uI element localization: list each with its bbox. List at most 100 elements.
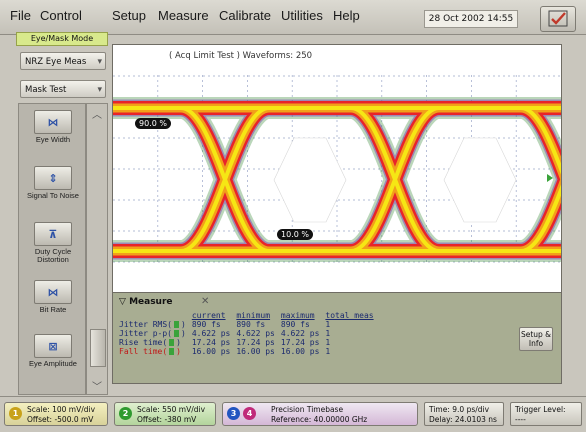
cell-minimum: 4.622 ps — [236, 329, 275, 338]
cell-minimum: 16.00 ps — [236, 347, 275, 356]
mask-region — [443, 137, 517, 223]
cell-minimum: 890 fs — [236, 320, 266, 329]
scroll-down-icon[interactable]: ﹀ — [89, 378, 105, 393]
source-swatch — [173, 321, 179, 328]
tool-signal-to-noise[interactable]: ⇕ Signal To Noise — [25, 166, 81, 200]
table-header-row: current minimum maximum total meas — [119, 311, 380, 320]
marker-upper-label[interactable]: 90.0 % — [135, 118, 171, 129]
channel-1-box[interactable]: 1 Scale: 100 mV/div Offset: -500.0 mV — [4, 402, 108, 426]
scroll-up-icon[interactable]: ︿ — [89, 106, 105, 121]
menu-measure[interactable]: Measure — [158, 8, 209, 23]
menu-utilities[interactable]: Utilities — [281, 8, 323, 23]
row-name: Fall time( — [119, 347, 168, 356]
channel-1-offset: Offset: -500.0 mV — [27, 415, 94, 424]
timebase-title: Precision Timebase — [271, 405, 344, 414]
channel-4-badge: 4 — [243, 407, 256, 420]
row-name: Jitter RMS( — [119, 320, 172, 329]
channel-2-offset: Offset: -380 mV — [137, 415, 197, 424]
trigger-label: Trigger Level: — [515, 405, 566, 414]
measure-tab[interactable]: ▽ Measure — [119, 297, 173, 307]
trigger-box[interactable]: Trigger Level: ---- — [510, 402, 582, 426]
row-name: Jitter p-p( — [119, 329, 172, 338]
tool-label: Signal To Noise — [27, 191, 79, 200]
measure-panel: ▽ Measure ✕ current minimum maximum tota… — [112, 292, 562, 384]
cell-total: 1 — [325, 320, 331, 329]
channel-1-scale: Scale: 100 mV/div — [27, 405, 96, 414]
bit-rate-icon[interactable]: ⋈ — [34, 280, 72, 304]
tool-duty-cycle[interactable]: ⊼ Duty Cycle Distortion — [25, 222, 81, 264]
cell-maximum: 4.622 ps — [280, 329, 320, 338]
cell-current: 890 fs — [191, 320, 221, 329]
eye-width-icon[interactable]: ⋈ — [34, 110, 72, 134]
mode-label: Eye/Mask Mode — [16, 32, 108, 46]
duty-cycle-icon[interactable]: ⊼ — [34, 222, 72, 246]
cell-total: 1 — [325, 347, 331, 356]
signal-to-noise-icon[interactable]: ⇕ — [34, 166, 72, 190]
cell-current: 4.622 ps — [191, 329, 231, 338]
menu-control[interactable]: Control — [40, 8, 82, 23]
trigger-value: ---- — [515, 415, 526, 424]
tool-scrollbar[interactable]: ︿ ﹀ — [86, 103, 108, 395]
menu-bar: File Control Setup Measure Calibrate Uti… — [0, 0, 586, 35]
eye-amplitude-icon[interactable]: ⊠ — [34, 334, 72, 358]
mask-region — [273, 137, 347, 223]
source-swatch — [173, 330, 179, 337]
time-box[interactable]: Time: 9.0 ps/div Delay: 24.0103 ns — [424, 402, 504, 426]
mask-bottom-region — [113, 265, 561, 293]
scroll-thumb[interactable] — [90, 329, 106, 367]
cell-current: 16.00 ps — [191, 347, 231, 356]
menu-calibrate[interactable]: Calibrate — [219, 8, 271, 23]
tool-label: Duty Cycle Distortion — [34, 247, 72, 264]
format-select[interactable]: NRZ Eye Meas ▾ — [20, 52, 106, 70]
time-delay: Delay: 24.0103 ns — [429, 415, 497, 424]
chevron-down-icon: ▾ — [97, 57, 102, 67]
format-select-value: NRZ Eye Meas — [25, 57, 87, 67]
plot-title: ( Acq Limit Test ) Waveforms: 250 — [169, 51, 313, 61]
run-stop-button[interactable] — [540, 6, 576, 32]
checkmark-icon — [548, 10, 568, 27]
test-select-value: Mask Test — [25, 85, 67, 95]
measure-tab-label: Measure — [129, 297, 173, 307]
source-swatch — [169, 339, 175, 346]
tool-eye-width[interactable]: ⋈ Eye Width — [25, 110, 81, 144]
cell-minimum: 17.24 ps — [236, 338, 275, 347]
cell-current: 17.24 ps — [191, 338, 231, 347]
chevron-down-icon: ▾ — [97, 85, 102, 95]
channel-3-badge: 3 — [227, 407, 240, 420]
eye-diagram — [113, 45, 561, 293]
row-name: Rise time( — [119, 338, 168, 347]
cell-maximum: 16.00 ps — [280, 347, 320, 356]
channel-2-scale: Scale: 550 mV/div — [137, 405, 206, 414]
timebase-box[interactable]: 3 4 Precision Timebase Reference: 40.000… — [222, 402, 418, 426]
menu-help[interactable]: Help — [333, 8, 360, 23]
cell-total: 1 — [325, 329, 331, 338]
source-swatch — [169, 348, 175, 355]
marker-lower-label[interactable]: 10.0 % — [277, 229, 313, 240]
table-row[interactable]: Jitter RMS() 890 fs 890 fs 890 fs 1 — [119, 320, 380, 329]
cell-total: 1 — [325, 338, 331, 347]
menu-file[interactable]: File — [10, 8, 31, 23]
tool-label: Bit Rate — [39, 305, 67, 314]
channel-2-box[interactable]: 2 Scale: 550 mV/div Offset: -380 mV — [114, 402, 216, 426]
table-row[interactable]: Fall time() 16.00 ps 16.00 ps 16.00 ps 1 — [119, 347, 380, 356]
table-row[interactable]: Jitter p-p() 4.622 ps 4.622 ps 4.622 ps … — [119, 329, 380, 338]
close-icon[interactable]: ✕ — [201, 296, 209, 307]
test-select[interactable]: Mask Test ▾ — [20, 80, 106, 98]
time-scale: Time: 9.0 ps/div — [429, 405, 490, 414]
datetime-text: 28 Oct 2002 14:55 — [428, 14, 514, 24]
table-row[interactable]: Rise time() 17.24 ps 17.24 ps 17.24 ps 1 — [119, 338, 380, 347]
status-bar: 1 Scale: 100 mV/div Offset: -500.0 mV 2 … — [0, 396, 586, 432]
timebase-reference: Reference: 40.00000 GHz — [271, 415, 368, 424]
tool-eye-amplitude[interactable]: ⊠ Eye Amplitude — [25, 334, 81, 368]
setup-info-button[interactable]: Setup & Info — [519, 327, 553, 351]
waveform-display[interactable]: ( Acq Limit Test ) Waveforms: 250 90.0 %… — [112, 44, 562, 294]
tool-bit-rate[interactable]: ⋈ Bit Rate — [25, 280, 81, 314]
header-maximum: maximum — [280, 311, 315, 320]
header-total: total meas — [325, 311, 374, 320]
cell-maximum: 17.24 ps — [280, 338, 320, 347]
menu-setup[interactable]: Setup — [112, 8, 146, 23]
header-minimum: minimum — [236, 311, 271, 320]
channel-1-badge: 1 — [9, 407, 22, 420]
tool-label: Eye Amplitude — [29, 359, 77, 368]
measurement-tool-column: ⋈ Eye Width ⇕ Signal To Noise ⊼ Duty Cyc… — [18, 103, 86, 395]
